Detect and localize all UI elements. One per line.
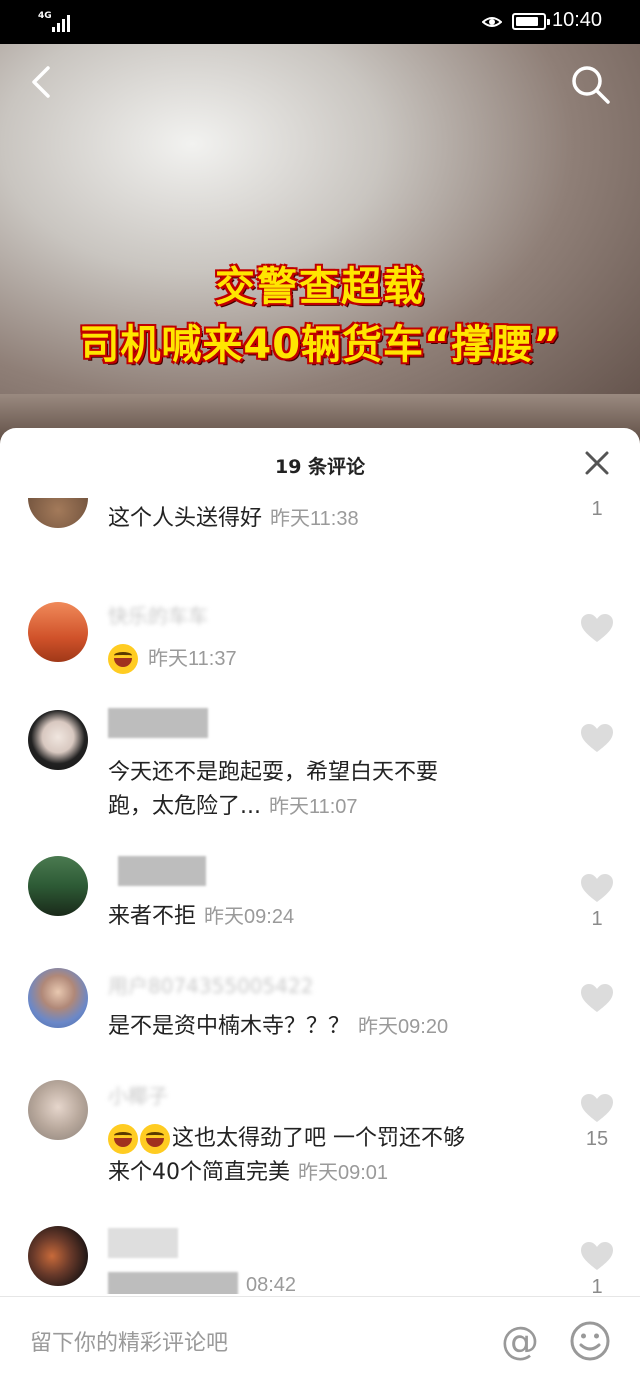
comment-item: 这个人头送得好 昨天11:38 1 (0, 498, 640, 588)
comment-list[interactable]: 这个人头送得好 昨天11:38 1 快乐的车车 昨天11:37 今天还不是跑起耍，… (0, 498, 640, 1294)
username-blurred (108, 708, 208, 738)
grinning-emoji-icon (108, 1124, 138, 1154)
comment-username: 用户8074355005422 (108, 974, 314, 998)
heart-icon (581, 1242, 613, 1270)
comment-text-line: 这个人头送得好 昨天11:38 (108, 502, 548, 536)
avatar[interactable] (28, 1226, 88, 1286)
comment-text-line: 08:42 (108, 1268, 548, 1294)
heart-icon (581, 984, 613, 1012)
comment-time: 昨天11:38 (270, 508, 359, 530)
heart-icon (581, 614, 613, 642)
search-icon[interactable] (568, 62, 612, 106)
back-icon[interactable] (22, 60, 62, 104)
comment-text-line: 这也太得劲了吧 一个罚还不够 (108, 1122, 548, 1156)
video-caption-line2: 司机喊来40辆货车“撑腰” (79, 322, 561, 368)
comment-text-line: 是不是资中楠木寺？？？ 昨天09:20 (108, 1010, 548, 1044)
avatar[interactable] (28, 1080, 88, 1140)
comment-text-line: 跑，太危险了... 昨天11:07 (108, 790, 548, 824)
emoji-picker-icon[interactable] (568, 1319, 612, 1363)
comment-text: 来者不拒 (108, 904, 197, 929)
comment-text-line: 来者不拒 昨天09:24 (108, 900, 548, 934)
like-button[interactable]: 1 (574, 1240, 620, 1294)
comment-time: 昨天09:20 (358, 1016, 449, 1038)
comment-item: 小椰子 这也太得劲了吧 一个罚还不够 来个40个简直完美 昨天09:01 15 (0, 1064, 640, 1214)
avatar[interactable] (28, 498, 88, 528)
comment-text: 来个40个简直完美 (108, 1160, 290, 1185)
heart-icon (581, 874, 613, 902)
like-count: 1 (591, 1276, 603, 1294)
comment-item: 08:42 1 (0, 1214, 640, 1294)
username-blurred (118, 856, 206, 886)
video-caption-line1: 交警查超载 (215, 264, 425, 310)
comment-input-bar: 留下你的精彩评论吧 @ (0, 1296, 640, 1388)
comments-sheet: 19 条评论 这个人头送得好 昨天11:38 1 快乐的车车 昨天11:37 今… (0, 428, 640, 1388)
comment-text-line: 今天还不是跑起耍，希望白天不要 (108, 756, 548, 790)
avatar[interactable] (28, 710, 88, 770)
comment-username: 快乐的车车 (108, 604, 208, 628)
like-count: 15 (585, 1128, 609, 1150)
like-button[interactable]: 1 (574, 498, 620, 521)
eye-comfort-icon (482, 17, 502, 27)
comment-time: 08:42 (246, 1274, 297, 1294)
like-button[interactable]: 1 (574, 872, 620, 931)
comment-text-line: 昨天11:37 (108, 642, 548, 676)
comment-text: 这个人头送得好 (108, 506, 263, 531)
comment-input[interactable]: 留下你的精彩评论吧 (30, 1325, 228, 1357)
comment-item: 来者不拒 昨天09:24 1 (0, 844, 640, 954)
avatar[interactable] (28, 602, 88, 662)
like-button[interactable]: 15 (574, 1092, 620, 1151)
comments-count-title: 19 条评论 (274, 456, 366, 478)
mention-icon[interactable]: @ (498, 1319, 542, 1363)
comment-time: 昨天09:24 (204, 906, 295, 928)
like-button[interactable] (574, 612, 620, 644)
laughing-emoji-icon (108, 644, 138, 674)
like-button[interactable] (574, 722, 620, 754)
grinning-emoji-icon (140, 1124, 170, 1154)
comment-item: 快乐的车车 昨天11:37 (0, 584, 640, 694)
comment-text: 这也太得劲了吧 一个罚还不够 (172, 1126, 465, 1151)
comment-text-line: 来个40个简直完美 昨天09:01 (108, 1156, 548, 1190)
like-count: 1 (591, 908, 603, 930)
blurred-text (108, 1272, 238, 1294)
comment-text: 是不是资中楠木寺？？？ (108, 1014, 351, 1039)
avatar[interactable] (28, 856, 88, 916)
comment-time: 昨天09:01 (298, 1162, 389, 1184)
username-blurred (108, 1228, 178, 1258)
status-bar: 4G 10:40 (0, 0, 640, 44)
like-button[interactable] (574, 982, 620, 1014)
battery-icon (512, 13, 550, 30)
comments-header: 19 条评论 (0, 428, 640, 498)
comment-username: 小椰子 (108, 1084, 168, 1108)
close-icon[interactable] (580, 446, 614, 480)
comment-text: 今天还不是跑起耍，希望白天不要 (108, 760, 439, 785)
avatar[interactable] (28, 968, 88, 1028)
heart-icon (581, 724, 613, 752)
comment-time: 昨天11:37 (148, 648, 237, 670)
comment-item: 今天还不是跑起耍，希望白天不要 跑，太危险了... 昨天11:07 (0, 694, 640, 844)
clock: 10:40 (552, 9, 603, 31)
like-count: 1 (591, 498, 603, 520)
comment-time: 昨天11:07 (268, 796, 358, 818)
signal-icon (52, 12, 70, 32)
comment-item: 用户8074355005422 是不是资中楠木寺？？？ 昨天09:20 (0, 954, 640, 1064)
heart-icon (581, 1094, 613, 1122)
video-player[interactable]: 交警查超载 司机喊来40辆货车“撑腰” (0, 44, 640, 444)
network-type: 4G (38, 11, 52, 21)
comment-text: 跑，太危险了... (108, 794, 261, 819)
